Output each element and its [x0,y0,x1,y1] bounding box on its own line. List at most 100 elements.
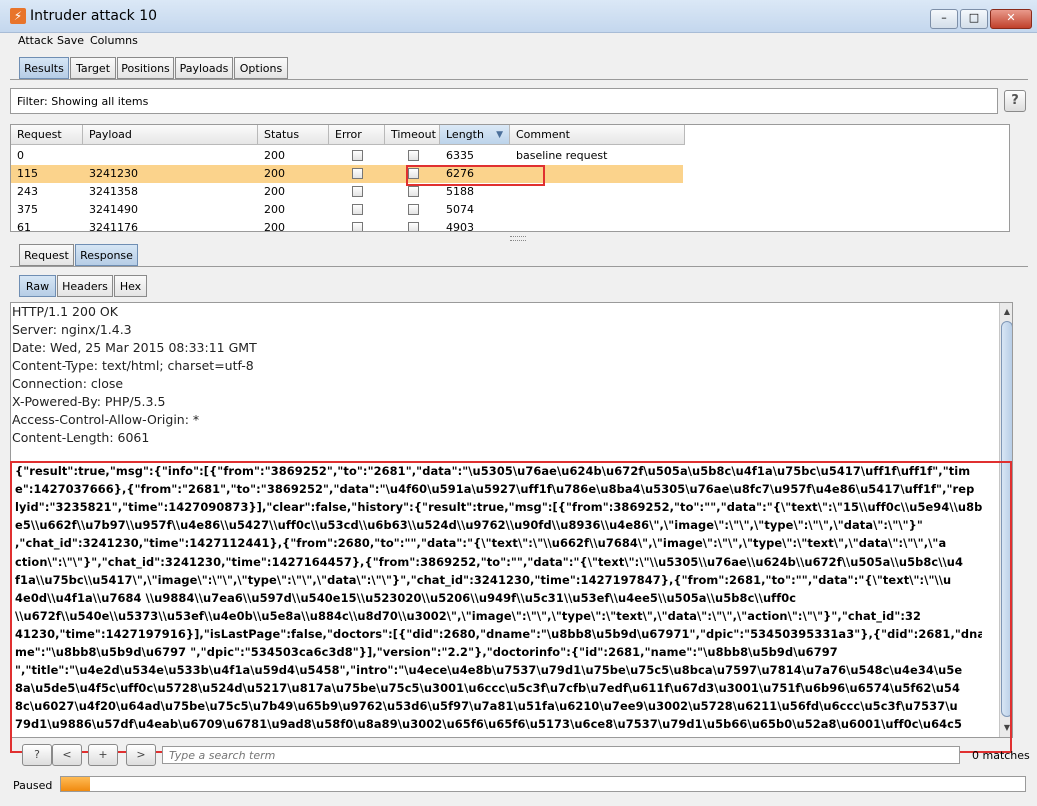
response-header-line: HTTP/1.1 200 OK [12,304,118,319]
cell-status: 200 [264,203,285,216]
response-body-line: 4e0d\\u4f1a\\u7684 \\u9884\\u7ea6\\u597d… [15,590,797,605]
table-row[interactable]: 0 200 6335 baseline request [11,147,683,165]
column-header-error[interactable]: Error [329,125,385,145]
cell-request: 375 [17,203,38,216]
timeout-checkbox [408,150,419,161]
cell-status: 200 [264,221,285,232]
table-row[interactable]: 61 3241176 200 4903 [11,219,685,232]
response-body-line: 41230,"time":1427197916}],"isLastPage":f… [15,626,982,641]
column-header-length-label: Length [446,128,484,141]
cell-length: 4903 [446,221,474,232]
response-header-line: Access-Control-Allow-Origin: * [12,412,200,427]
progress-fill [61,777,90,791]
column-header-status[interactable]: Status [258,125,329,145]
add-button[interactable]: + [88,744,118,766]
column-header-payload[interactable]: Payload [83,125,258,145]
cell-payload: 3241176 [89,221,138,232]
error-checkbox [352,186,363,197]
cell-comment [510,219,685,231]
scroll-up-icon[interactable]: ▲ [1000,305,1012,319]
menu-columns[interactable]: Columns [90,34,138,47]
help-icon[interactable]: ? [1004,90,1026,112]
cell-payload [83,147,258,165]
error-checkbox [352,222,363,231]
tab-results[interactable]: Results [19,57,69,79]
burp-logo-icon: ⚡ [10,8,26,24]
cell-comment: baseline request [516,149,608,162]
tab-raw[interactable]: Raw [19,275,56,297]
search-input[interactable] [162,746,960,764]
highlight-box-length [406,165,545,186]
table-scrollbar[interactable]: ▲ ▼ [1009,145,1010,232]
response-body-line: \\u672f\\u540e\\u5373\\u53ef\\u4e0b\\u5e… [15,608,922,623]
cell-status: 200 [264,185,285,198]
help-button[interactable]: ? [22,744,52,766]
close-icon[interactable]: ✕ [990,9,1032,29]
tab-options[interactable]: Options [234,57,288,79]
column-header-request[interactable]: Request [11,125,83,145]
response-body-line: f1a\\u75bc\\u5417\",\"image\":\"\",\"typ… [15,572,952,587]
response-body-line: ","title":"\u4e2d\u534e\u533b\u4f1a\u59d… [15,663,963,678]
response-header-line: Date: Wed, 25 Mar 2015 08:33:11 GMT [12,340,257,355]
cell-status: 200 [264,167,285,180]
tab-request[interactable]: Request [19,244,74,266]
cell-request: 243 [17,185,38,198]
response-body-line: lyid":"3235821","time":1427090873}],"cle… [15,500,982,515]
tab-hex[interactable]: Hex [114,275,147,297]
response-body-line: ,"chat_id":3241230,"time":1427112441},{"… [15,536,947,551]
match-count: 0 matches [972,749,1030,762]
cell-request: 115 [17,167,38,180]
cell-comment [510,201,685,219]
maximize-icon[interactable]: □ [960,9,988,29]
previous-button[interactable]: < [52,744,82,766]
tab-headers[interactable]: Headers [57,275,113,297]
status-label: Paused [13,779,53,792]
error-checkbox [352,168,363,179]
cell-payload: 3241358 [89,185,138,198]
next-button[interactable]: > [126,744,156,766]
cell-request: 61 [17,221,31,232]
tab-payloads[interactable]: Payloads [175,57,233,79]
response-body-line: 8a\u5de5\u4f5c\uff0c\u5728\u524d\u5217\u… [15,681,960,696]
column-header-timeout[interactable]: Timeout [385,125,440,145]
menu-attack[interactable]: Attack [18,34,53,47]
response-body-line: {"result":true,"msg":{"info":[{"from":"3… [15,464,971,478]
response-body-line: ction\":\"\"}","chat_id":3241230,"time":… [15,554,964,569]
splitter-handle[interactable] [510,236,526,241]
tab-divider [10,79,1028,80]
error-checkbox [352,150,363,161]
timeout-checkbox [408,204,419,215]
filter-bar[interactable]: Filter: Showing all items [10,88,998,114]
sort-desc-icon: ▼ [496,130,503,140]
cell-length: 6335 [446,149,474,162]
response-body-highlight: {"result":true,"msg":{"info":[{"from":"3… [10,461,1012,753]
detail-tab-divider [10,266,1028,267]
cell-payload: 3241490 [89,203,138,216]
response-header-line: Server: nginx/1.4.3 [12,322,132,337]
response-body-line: e5\\u662f\\u7b97\\u957f\\u4e86\\u5427\\u… [15,518,923,533]
table-row[interactable]: 243 3241358 200 5188 [11,183,683,201]
cell-request: 0 [17,149,24,162]
cell-length: 5074 [446,203,474,216]
response-body-line: e":1427037666},{"from":"2681","to":"3869… [15,482,975,497]
response-header-line: X-Powered-By: PHP/5.3.5 [12,394,166,409]
title-bar[interactable]: ⚡ Intruder attack 10 – □ ✕ [0,0,1037,33]
minimize-icon[interactable]: – [930,9,958,29]
tab-target[interactable]: Target [70,57,116,79]
column-header-length[interactable]: Length ▼ [440,125,510,145]
tab-positions[interactable]: Positions [117,57,174,79]
cell-status: 200 [264,149,285,162]
cell-payload: 3241230 [89,167,138,180]
filter-text: Filter: Showing all items [17,95,149,108]
timeout-checkbox [408,186,419,197]
table-row[interactable]: 375 3241490 200 5074 [11,201,683,219]
column-header-comment[interactable]: Comment [510,125,685,145]
menu-save[interactable]: Save [57,34,84,47]
progress-bar [60,776,1026,792]
response-body-line: 8c\u6027\u4f20\u64ad\u75be\u75c5\u7b49\u… [15,699,958,714]
table-row[interactable]: 115 3241230 200 6276 [11,165,683,183]
response-header-line: Content-Length: 6061 [12,430,150,445]
timeout-checkbox [408,222,419,231]
tab-response[interactable]: Response [75,244,138,266]
error-checkbox [352,204,363,215]
